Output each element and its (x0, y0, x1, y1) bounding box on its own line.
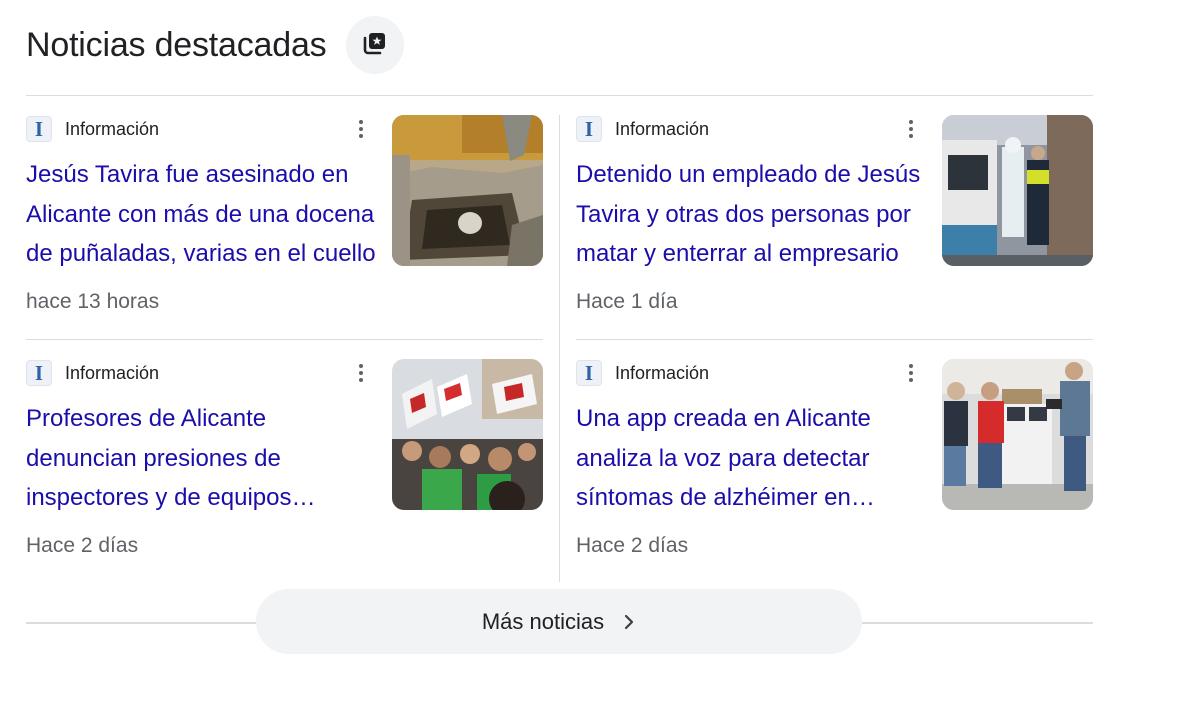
source-name: Información (65, 362, 160, 383)
column-divider (559, 115, 560, 582)
source-name: Información (615, 362, 710, 383)
more-news-label: Más noticias (481, 608, 605, 634)
chevron-right-icon (622, 613, 636, 631)
source-favicon-icon: I (576, 116, 602, 142)
news-card[interactable]: I Información Una app creada en Alicante… (576, 359, 1093, 564)
source-name: Información (65, 118, 160, 139)
news-card[interactable]: I Información Detenido un empleado de Je… (576, 115, 1093, 320)
section-header: Noticias destacadas (26, 14, 405, 76)
news-headline-link[interactable]: Jesús Tavira fue asesinado en Alicante c… (26, 155, 378, 274)
header-divider (26, 95, 1093, 96)
news-headline-link[interactable]: Detenido un empleado de Jesús Tavira y o… (576, 155, 928, 274)
more-options-icon[interactable] (351, 359, 371, 387)
source-favicon-icon: I (26, 116, 52, 142)
news-source: I Información (576, 360, 709, 386)
source-favicon-icon: I (26, 360, 52, 386)
news-timestamp: Hace 1 día (576, 290, 678, 313)
news-card[interactable]: I Información Profesores de Alicante den… (26, 359, 543, 564)
news-source: I Información (576, 116, 709, 142)
row-divider-left (26, 339, 543, 340)
footer-line-right (862, 622, 1093, 624)
police-forensic-van-image[interactable] (942, 115, 1093, 266)
news-timestamp: Hace 2 días (576, 534, 689, 557)
more-options-icon[interactable] (901, 359, 921, 387)
news-source: I Información (26, 116, 159, 142)
news-source: I Información (26, 360, 159, 386)
news-card[interactable]: I Información Jesús Tavira fue asesinado… (26, 115, 543, 320)
row-divider-right (576, 339, 1093, 340)
section-title: Noticias destacadas (26, 25, 327, 64)
teachers-protest-image[interactable] (392, 359, 543, 510)
source-name: Información (615, 118, 710, 139)
news-feed-button[interactable] (346, 16, 405, 74)
more-options-icon[interactable] (901, 115, 921, 143)
news-headline-link[interactable]: Profesores de Alicante denuncian presion… (26, 399, 378, 518)
more-options-icon[interactable] (351, 115, 371, 143)
more-news-button[interactable]: Más noticias (256, 589, 862, 654)
news-timestamp: Hace 2 días (26, 534, 139, 557)
app-developers-office-image[interactable] (942, 359, 1093, 510)
footer-line-left (26, 622, 256, 624)
news-headline-link[interactable]: Una app creada en Alicante analiza la vo… (576, 399, 928, 518)
news-timestamp: hace 13 horas (26, 290, 160, 313)
newspaper-icon (362, 30, 388, 61)
source-favicon-icon: I (576, 360, 602, 386)
excavated-pit-image[interactable] (392, 115, 543, 266)
